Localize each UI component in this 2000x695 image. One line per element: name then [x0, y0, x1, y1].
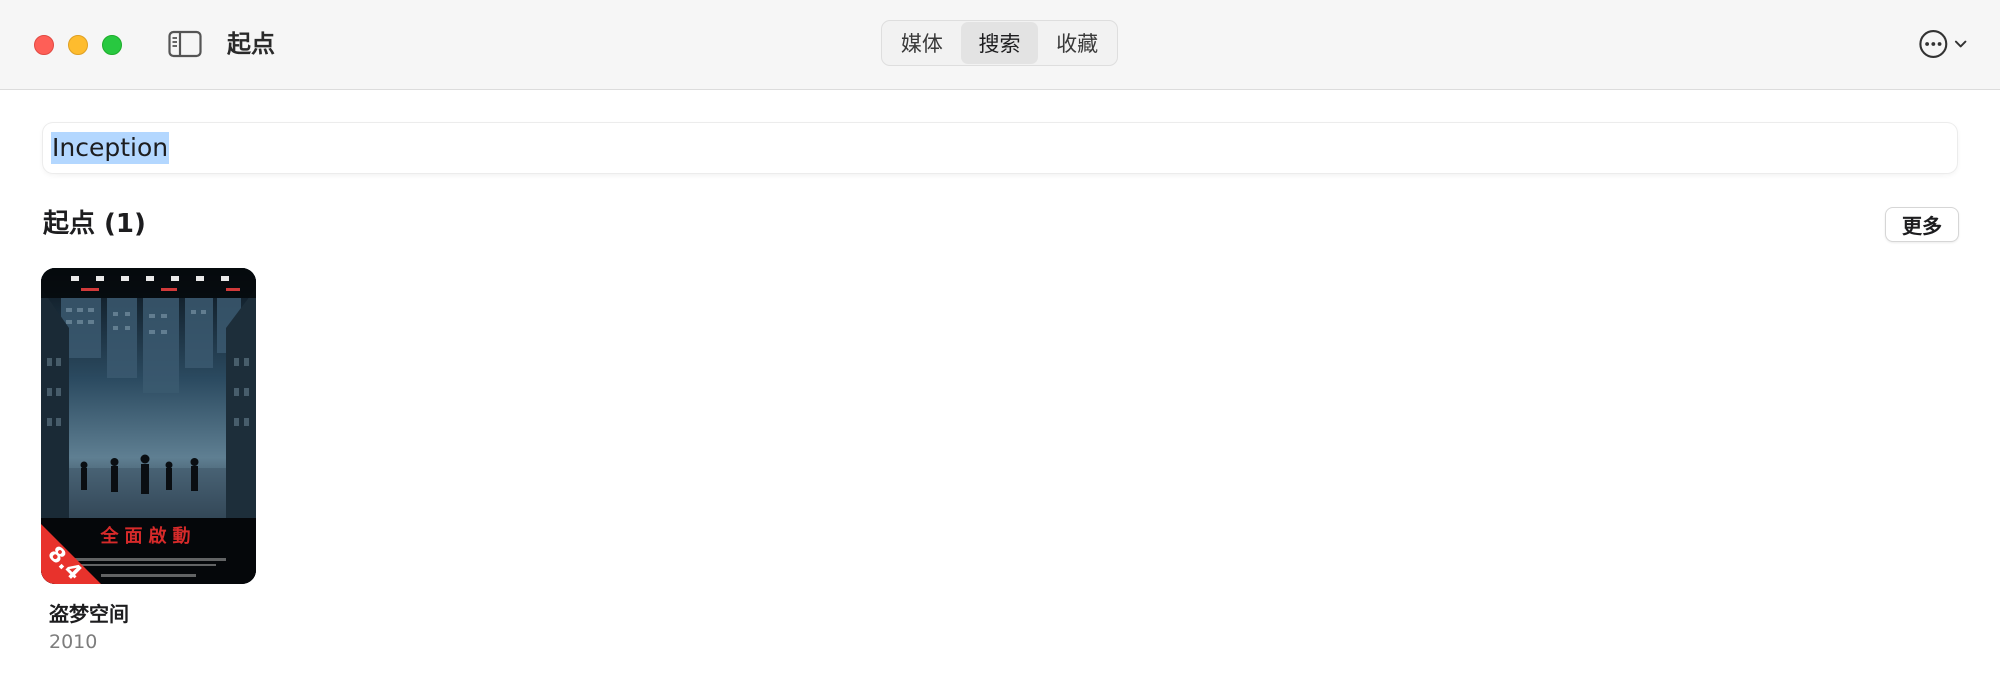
minimize-window-button[interactable] [68, 35, 88, 55]
tab-search[interactable]: 搜索 [960, 22, 1039, 64]
search-input-value: Inception [51, 132, 170, 164]
close-window-button[interactable] [34, 35, 54, 55]
section-title: 起点 (1) [43, 209, 146, 239]
sidebar-icon [168, 30, 202, 58]
movie-year: 2010 [49, 631, 98, 653]
movie-card[interactable]: 全面啟動 8.4 盗梦空间 2010 [41, 268, 256, 656]
chevron-down-icon [1954, 40, 1967, 48]
titlebar: 起点 媒体 搜索 收藏 [0, 0, 2000, 90]
ellipsis-circle-icon [1919, 30, 1948, 58]
window-title: 起点 [227, 30, 275, 58]
search-input[interactable]: Inception [43, 123, 1957, 173]
app-window: 起点 媒体 搜索 收藏 Inception 起点 (1) 更多 全面啟動 8.4… [0, 0, 2000, 695]
tab-favorites[interactable]: 收藏 [1038, 22, 1116, 64]
tab-segmented-control: 媒体 搜索 收藏 [881, 20, 1118, 66]
sidebar-toggle-button[interactable] [168, 30, 202, 58]
more-options-menu[interactable] [1918, 28, 1968, 60]
more-button[interactable]: 更多 [1885, 207, 1959, 242]
maximize-window-button[interactable] [102, 35, 122, 55]
movie-poster: 全面啟動 8.4 [41, 268, 256, 584]
tab-media[interactable]: 媒体 [883, 22, 961, 64]
movie-title: 盗梦空间 [49, 602, 129, 626]
